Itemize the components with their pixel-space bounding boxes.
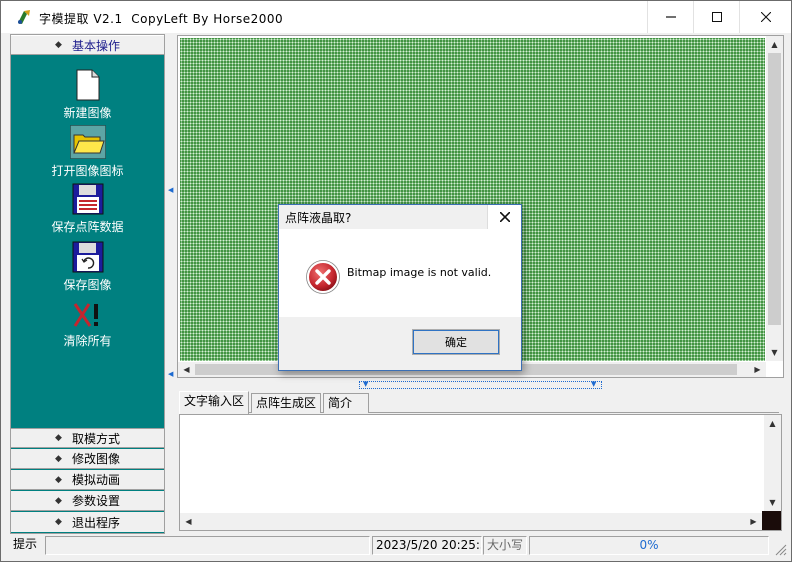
close-icon: [499, 212, 510, 222]
ok-button[interactable]: 确定: [412, 329, 500, 355]
scroll-right-icon[interactable]: ▶: [746, 514, 761, 529]
tab-intro[interactable]: 简介: [323, 393, 369, 413]
minimize-button[interactable]: [647, 1, 693, 33]
maximize-icon: [711, 12, 722, 22]
scroll-down-icon[interactable]: ▼: [767, 345, 782, 360]
diamond-icon: ◆: [55, 453, 62, 464]
save-data-icon: [72, 183, 103, 215]
close-icon: [760, 12, 771, 22]
diamond-icon: ◆: [55, 433, 62, 443]
window-title: 字模提取 V2.1 CopyLeft By Horse2000: [39, 12, 284, 26]
tab-matrix-output-label: 点阵生成区: [256, 396, 317, 410]
tool-save-image[interactable]: 保存图像: [11, 241, 164, 293]
group-basic-ops-label: 基本操作: [71, 38, 120, 53]
clear-all-icon: [73, 303, 98, 327]
open-folder-icon: [69, 125, 106, 159]
scroll-up-icon[interactable]: ▲: [767, 37, 782, 52]
new-file-icon: [76, 69, 99, 101]
color-swatch: [762, 511, 781, 530]
tool-panel: ◆ 基本操作 新建图像 打开图像图标 保存点阵数据 保存图像 清除所有 ◆ 取模…: [10, 34, 165, 534]
group-animation-label: 模拟动画: [71, 473, 120, 487]
tool-open-image[interactable]: 打开图像图标: [11, 125, 164, 179]
tool-clear-all-label: 清除所有: [63, 334, 112, 348]
save-image-icon: [72, 241, 103, 273]
group-mode-label: 取模方式: [71, 431, 120, 446]
collapse-left-icon[interactable]: ◀: [168, 186, 173, 194]
status-bar: 提示 2023/5/20 20:25:38 大小写 0%: [1, 536, 791, 561]
group-animation[interactable]: ◆ 模拟动画: [11, 470, 164, 490]
status-message: [45, 536, 370, 555]
minimize-icon: [665, 16, 676, 18]
status-progress: 0%: [529, 536, 769, 555]
resize-grip-icon[interactable]: [773, 542, 787, 556]
canvas-vscroll-thumb[interactable]: [768, 53, 781, 325]
tool-save-image-label: 保存图像: [63, 278, 112, 292]
scroll-up-icon[interactable]: ▲: [765, 416, 780, 431]
vertical-splitter[interactable]: ◀ ◀: [167, 34, 175, 534]
dialog-close-button[interactable]: [487, 205, 521, 229]
scroll-left-icon[interactable]: ◀: [181, 514, 196, 529]
group-basic-ops[interactable]: ◆ 基本操作: [11, 35, 164, 55]
group-edit-image[interactable]: ◆ 修改图像: [11, 449, 164, 469]
error-dialog: 点阵液晶取? Bitmap image is not valid. 确定: [278, 204, 522, 371]
tab-text-input[interactable]: 文字输入区: [179, 391, 250, 414]
tab-intro-label: 简介: [328, 396, 353, 410]
group-exit-label: 退出程序: [71, 515, 120, 530]
group-settings-label: 参数设置: [71, 494, 120, 508]
tool-new-image[interactable]: 新建图像: [11, 69, 164, 121]
status-datetime: 2023/5/20 20:25:38: [372, 536, 482, 555]
group-settings[interactable]: ◆ 参数设置: [11, 491, 164, 511]
tool-save-data[interactable]: 保存点阵数据: [11, 183, 164, 235]
dialog-message: Bitmap image is not valid.: [347, 266, 492, 279]
diamond-icon: ◆: [55, 517, 62, 527]
dialog-footer: 确定: [279, 317, 521, 370]
diamond-icon: ◆: [55, 474, 62, 485]
scroll-right-icon[interactable]: ▶: [750, 362, 765, 377]
dialog-title-bar: 点阵液晶取?: [279, 205, 521, 229]
tool-save-data-label: 保存点阵数据: [51, 220, 124, 234]
horizontal-splitter[interactable]: ▼ ▼: [359, 380, 602, 389]
error-icon: [306, 260, 340, 294]
scroll-left-icon[interactable]: ◀: [179, 362, 194, 377]
tab-strip: 文字输入区 点阵生成区 简介: [179, 391, 779, 414]
collapse-left-icon[interactable]: ◀: [168, 370, 173, 378]
status-caps: 大小写: [483, 536, 527, 555]
tool-new-image-label: 新建图像: [63, 106, 112, 120]
maximize-button[interactable]: [693, 1, 739, 33]
text-input-area[interactable]: ▲ ▼ ◀ ▶: [179, 414, 782, 531]
tab-text-input-label: 文字输入区: [184, 394, 245, 408]
scroll-down-icon[interactable]: ▼: [765, 495, 780, 510]
diamond-icon: ◆: [55, 40, 62, 50]
canvas-vertical-scrollbar[interactable]: ▲ ▼: [766, 36, 783, 361]
collapse-down-icon[interactable]: ▼: [591, 380, 596, 388]
group-exit[interactable]: ◆ 退出程序: [11, 512, 164, 532]
group-edit-image-label: 修改图像: [71, 452, 120, 466]
tool-open-image-label: 打开图像图标: [51, 164, 124, 178]
app-logo-icon: [18, 10, 30, 24]
diamond-icon: ◆: [55, 495, 62, 506]
text-vertical-scrollbar[interactable]: ▲ ▼: [764, 415, 781, 513]
tool-clear-all[interactable]: 清除所有: [11, 301, 164, 349]
dialog-title: 点阵液晶取?: [285, 211, 352, 225]
group-mode[interactable]: ◆ 取模方式: [11, 428, 164, 448]
tab-matrix-output[interactable]: 点阵生成区: [251, 393, 322, 413]
status-hint: 提示: [13, 537, 38, 551]
text-horizontal-scrollbar[interactable]: ◀ ▶: [180, 513, 764, 530]
collapse-down-icon[interactable]: ▼: [363, 380, 368, 388]
title-bar: 字模提取 V2.1 CopyLeft By Horse2000: [1, 1, 791, 33]
close-button[interactable]: [739, 1, 791, 33]
